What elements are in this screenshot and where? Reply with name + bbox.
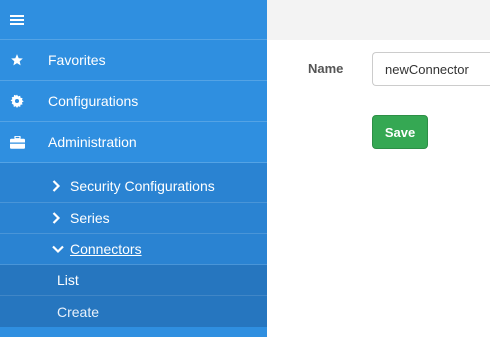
sidebar-toggle[interactable] <box>0 0 267 40</box>
sidebar-subsubitem-label: List <box>57 272 79 288</box>
briefcase-icon <box>0 135 48 149</box>
sidebar-subitem-label[interactable]: Connectors <box>70 241 142 257</box>
gear-icon <box>0 94 48 108</box>
sidebar-subsubitem-label: Create <box>57 303 100 320</box>
chevron-right-icon <box>52 212 70 224</box>
sidebar-item-label: Administration <box>48 134 137 150</box>
sidebar-item-favorites[interactable]: Favorites <box>0 40 267 81</box>
sidebar-item-configurations[interactable]: Configurations <box>0 81 267 122</box>
name-label: Name <box>308 61 344 76</box>
hamburger-icon[interactable] <box>10 14 24 26</box>
star-icon <box>0 53 48 67</box>
sidebar-item-label: Configurations <box>48 93 139 109</box>
sidebar-subsubitem-list[interactable]: List <box>0 265 267 296</box>
name-form-row: Name <box>267 52 490 86</box>
connectors-submenu: List Create <box>0 265 267 327</box>
sidebar-subitem-label: Series <box>70 210 110 226</box>
chevron-down-icon <box>52 245 70 254</box>
save-button[interactable]: Save <box>372 115 428 149</box>
sidebar-subitem-label: Security Configurations <box>70 177 215 194</box>
sidebar: Favorites Configurations Administration … <box>0 0 267 337</box>
top-bar <box>267 0 490 40</box>
chevron-right-icon <box>52 179 70 192</box>
name-input[interactable] <box>372 52 490 86</box>
sidebar-item-label: Favorites <box>48 52 106 68</box>
sidebar-subsubitem-create[interactable]: Create <box>0 296 267 327</box>
sidebar-subitem-connectors[interactable]: Connectors <box>0 234 267 265</box>
sidebar-subitem-series[interactable]: Series <box>0 203 267 234</box>
sidebar-item-administration[interactable]: Administration <box>0 122 267 163</box>
sidebar-subitem-security-configurations[interactable]: Security Configurations <box>0 163 267 203</box>
main-content: Name Save <box>267 0 490 337</box>
administration-submenu: Security Configurations Series Connector… <box>0 163 267 265</box>
